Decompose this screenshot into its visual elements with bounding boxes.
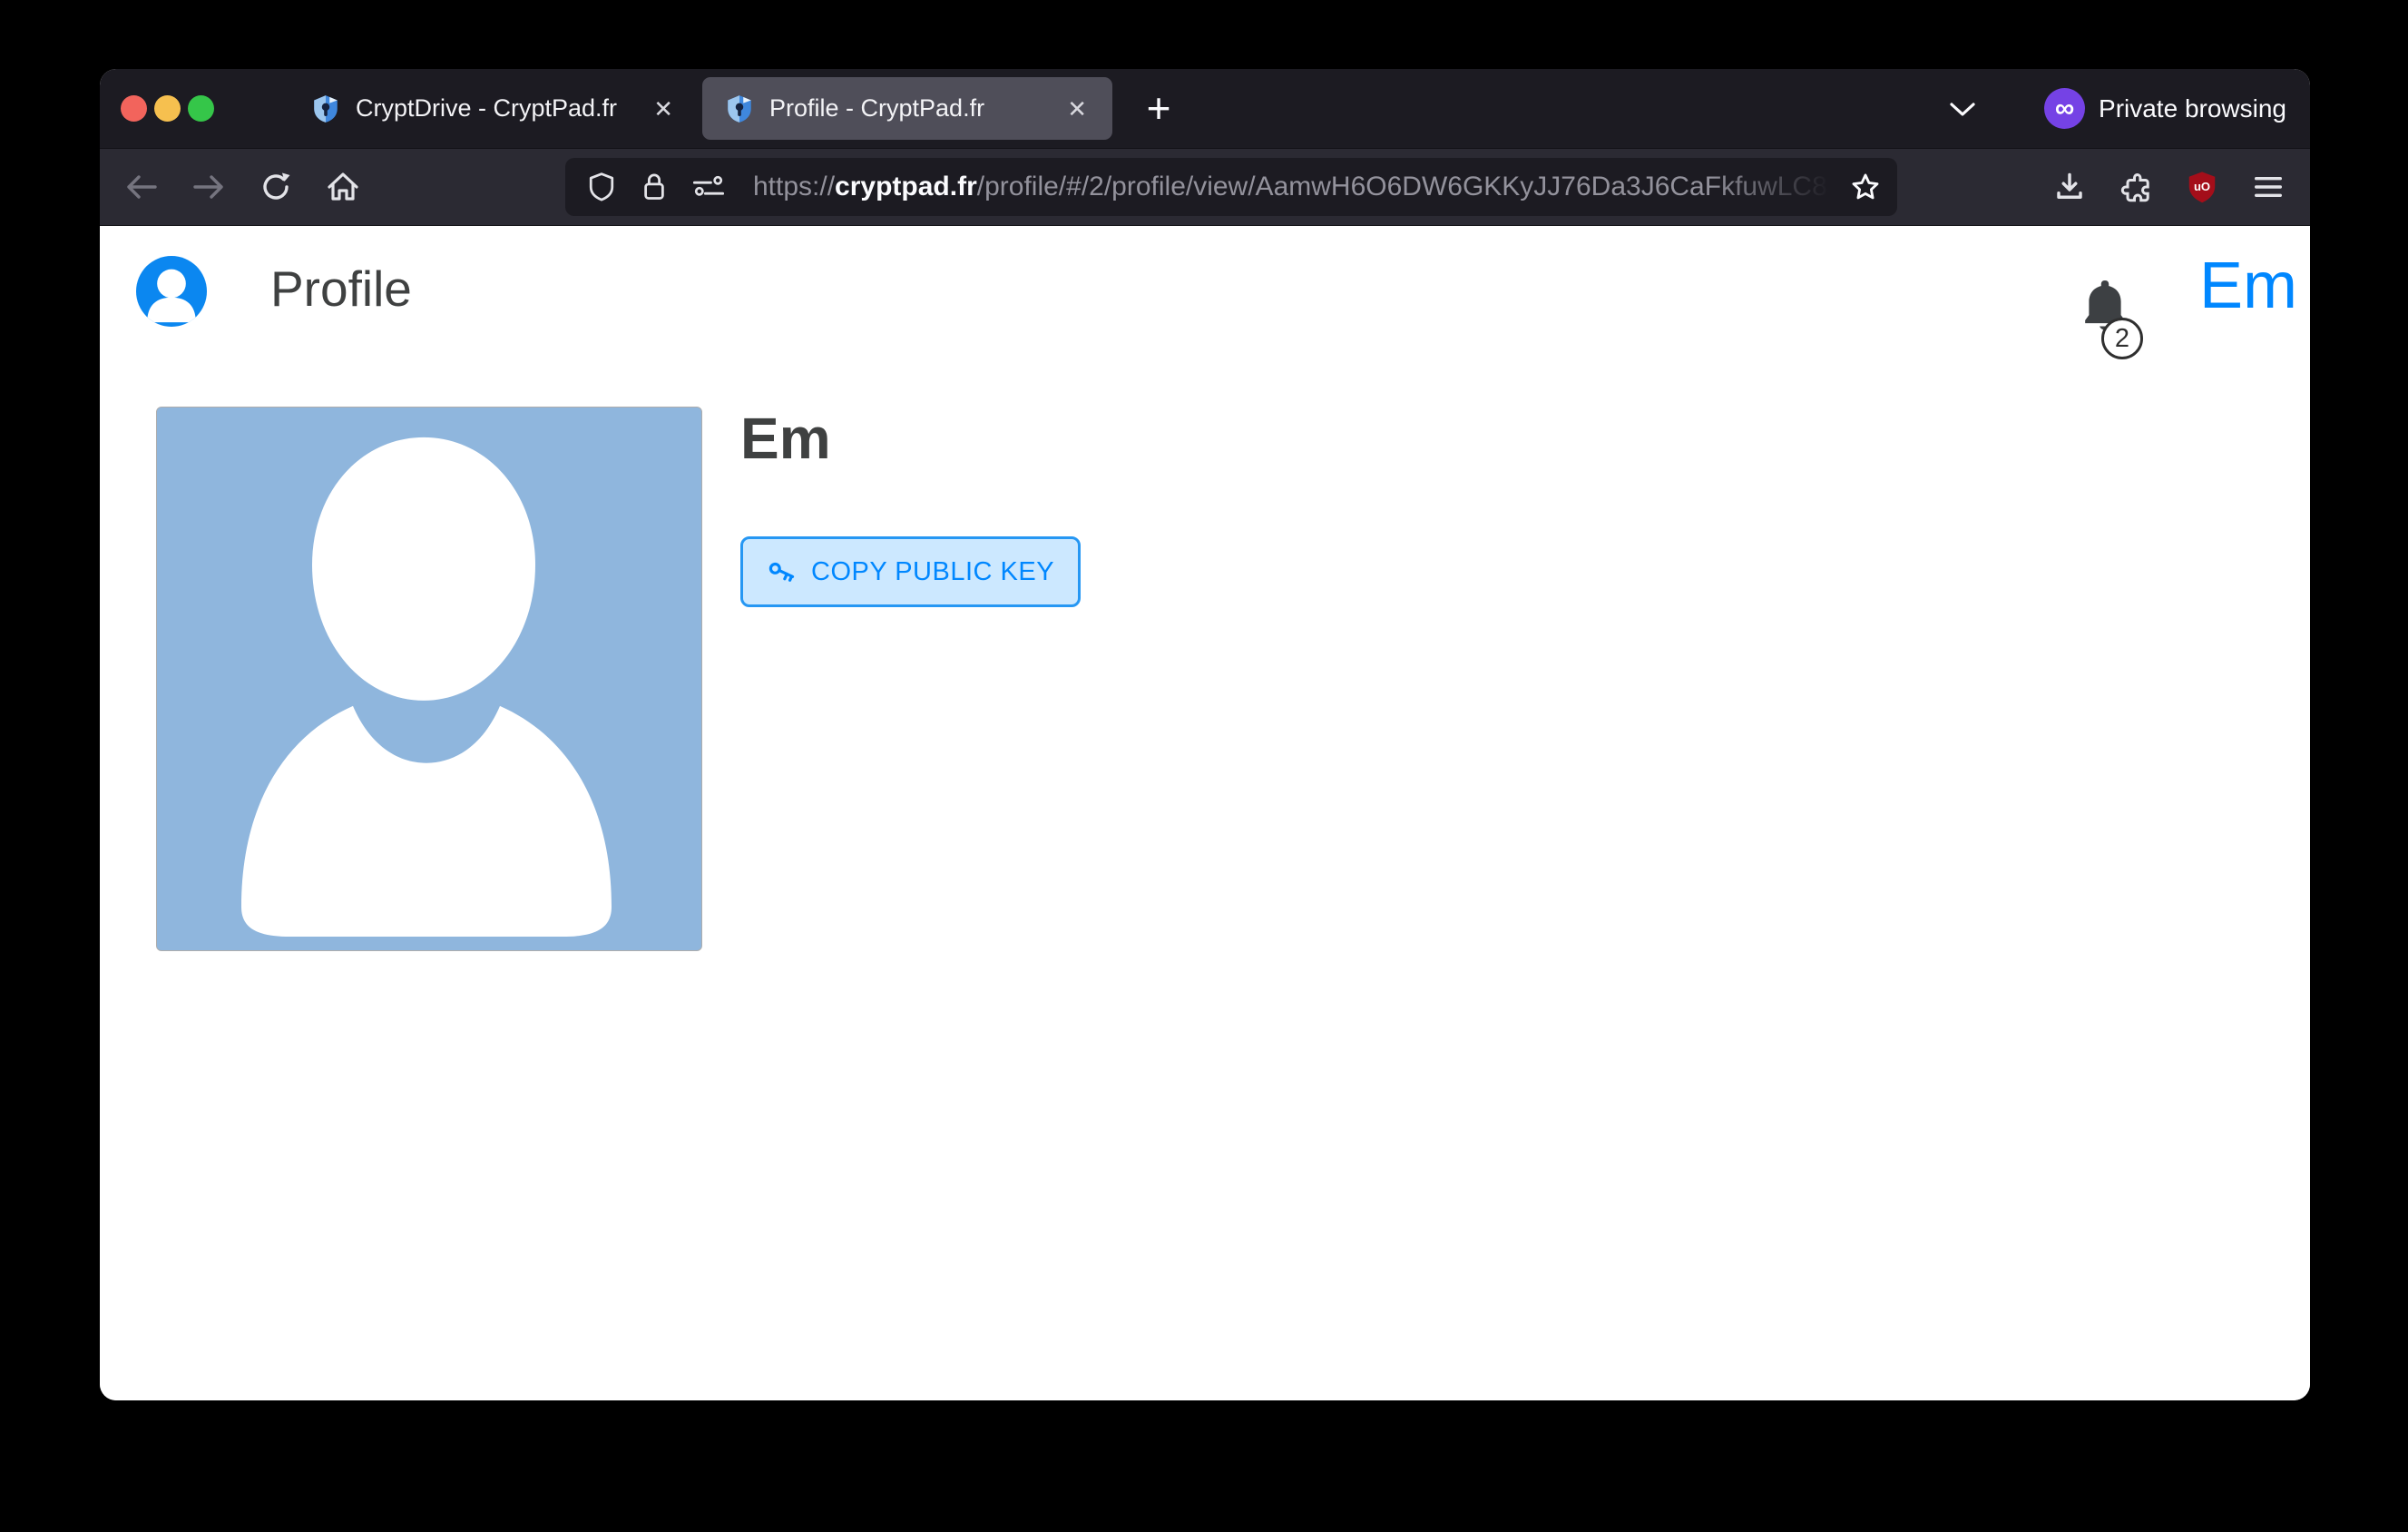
- url-text[interactable]: https://cryptpad.fr/profile/#/2/profile/…: [753, 172, 1841, 202]
- notification-count-badge: 2: [2101, 318, 2143, 359]
- ublock-origin-icon[interactable]: uO: [2182, 167, 2222, 207]
- url-domain: cryptpad.fr: [835, 172, 977, 201]
- bookmark-star-icon[interactable]: [1850, 172, 1881, 202]
- minimize-window-button[interactable]: [154, 95, 181, 122]
- browser-window: CryptDrive - CryptPad.fr ✕ Profile - Cry…: [100, 69, 2310, 1400]
- tab-title: CryptDrive - CryptPad.fr: [356, 94, 617, 123]
- private-browsing-label: Private browsing: [2099, 94, 2286, 123]
- copy-public-key-label: COPY PUBLIC KEY: [811, 557, 1054, 587]
- tab-title: Profile - CryptPad.fr: [769, 94, 984, 123]
- connection-secure-lock-icon[interactable]: [641, 172, 668, 202]
- tab-close-icon[interactable]: ✕: [1063, 93, 1091, 124]
- close-window-button[interactable]: [121, 95, 147, 122]
- cryptpad-favicon-icon: [724, 93, 755, 124]
- notifications-bell[interactable]: 2: [2078, 277, 2132, 335]
- traffic-lights: [121, 95, 214, 122]
- forward-button[interactable]: [189, 167, 229, 207]
- profile-app-icon: [136, 256, 207, 327]
- tab-cryptdrive[interactable]: CryptDrive - CryptPad.fr ✕: [289, 77, 699, 140]
- copy-public-key-button[interactable]: COPY PUBLIC KEY: [740, 536, 1081, 607]
- cryptpad-favicon-icon: [310, 93, 341, 124]
- ublock-label: uO: [2194, 180, 2210, 193]
- menu-hamburger-icon[interactable]: [2248, 167, 2288, 207]
- profile-avatar: [156, 407, 702, 951]
- avatar-person-silhouette-icon: [157, 408, 701, 950]
- url-scheme: https://: [753, 172, 835, 201]
- list-tabs-chevron-down-icon[interactable]: [1942, 91, 1983, 127]
- permissions-icon[interactable]: [692, 173, 725, 201]
- tab-close-icon[interactable]: ✕: [650, 93, 677, 124]
- private-browsing-icon: ∞: [2044, 88, 2085, 129]
- tracking-protection-shield-icon[interactable]: [587, 172, 616, 202]
- back-button[interactable]: [122, 167, 162, 207]
- extensions-puzzle-icon[interactable]: [2116, 167, 2156, 207]
- user-menu-link[interactable]: Em: [2199, 253, 2297, 319]
- tab-strip: CryptDrive - CryptPad.fr ✕ Profile - Cry…: [100, 69, 2310, 148]
- toolbar-right-icons: uO: [2050, 167, 2288, 207]
- private-browsing-badge: ∞ Private browsing: [2044, 88, 2286, 129]
- page-title: Profile: [270, 264, 412, 314]
- home-button[interactable]: [323, 167, 363, 207]
- tab-profile-active[interactable]: Profile - CryptPad.fr ✕: [702, 77, 1112, 140]
- url-path: /profile/#/2/profile/view/AamwH6O6DW6GKK…: [977, 172, 1841, 201]
- key-icon: [767, 556, 798, 587]
- navigation-toolbar: https://cryptpad.fr/profile/#/2/profile/…: [100, 148, 2310, 226]
- downloads-button[interactable]: [2050, 167, 2090, 207]
- new-tab-button[interactable]: +: [1132, 82, 1185, 134]
- display-name: Em: [740, 409, 831, 467]
- zoom-window-button[interactable]: [188, 95, 214, 122]
- page-content: Profile 2 Em Em: [100, 226, 2310, 1400]
- url-bar[interactable]: https://cryptpad.fr/profile/#/2/profile/…: [565, 158, 1897, 216]
- reload-button[interactable]: [256, 167, 296, 207]
